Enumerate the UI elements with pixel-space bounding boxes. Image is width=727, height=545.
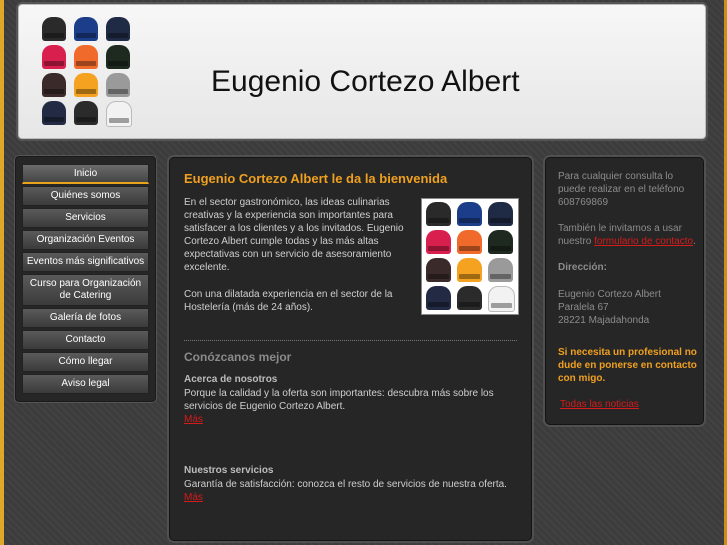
intro-paragraph-1: En el sector gastronómico, las ideas cul… (184, 197, 404, 273)
chef-hat-icon (488, 202, 513, 226)
chef-hat-icon (74, 17, 98, 41)
site-header: Eugenio Cortezo Albert (18, 4, 706, 139)
chef-hat-icon (426, 286, 451, 310)
intro-paragraph-2: Con una dilatada experiencia en el secto… (184, 289, 393, 313)
services-text: Garantía de satisfacción: conozca el res… (184, 479, 507, 490)
welcome-heading: Eugenio Cortezo Albert le da la bienveni… (184, 171, 448, 186)
nav-item-quienes-somos[interactable]: Quiénes somos (22, 186, 149, 206)
know-us-heading: Conózcanos mejor (184, 350, 292, 364)
chef-hat-icon (74, 45, 98, 69)
chef-hat-icon (106, 17, 130, 41)
chef-hat-icon (457, 286, 482, 310)
chef-hat-icon (426, 202, 451, 226)
main-navigation: Inicio Quiénes somos Servicios Organizac… (15, 156, 156, 402)
section-divider (184, 340, 517, 341)
all-news-link[interactable]: Todas las noticias (560, 399, 639, 410)
nav-item-contacto[interactable]: Contacto (22, 330, 149, 350)
chef-hat-icon (74, 73, 98, 97)
nav-item-eventos-significativos[interactable]: Eventos más significativos (22, 252, 149, 272)
chef-hat-icon (457, 258, 482, 282)
chef-hat-icon (106, 45, 130, 69)
sidebar-contact: Para cualquier consulta lo puede realiza… (545, 157, 704, 425)
nav-item-como-llegar[interactable]: Cómo llegar (22, 352, 149, 372)
chef-hats-photo (421, 198, 519, 315)
nav-item-aviso-legal[interactable]: Aviso legal (22, 374, 149, 394)
services-more-link[interactable]: Más (184, 492, 203, 503)
contact-form-suffix: . (693, 236, 696, 247)
chef-hat-icon (42, 45, 66, 69)
address-label: Dirección: (558, 262, 607, 273)
promo-text: Si necesita un profesional no dude en po… (558, 347, 697, 384)
chef-hat-icon (488, 258, 513, 282)
main-content: Eugenio Cortezo Albert le da la bienveni… (169, 157, 532, 541)
chef-hat-icon (42, 101, 66, 125)
services-heading: Nuestros servicios (184, 465, 274, 476)
chef-hat-icon (42, 17, 66, 41)
chef-hat-icon (74, 101, 98, 125)
about-more-link[interactable]: Más (184, 414, 203, 425)
chef-hat-icon (106, 101, 132, 127)
contact-form-link[interactable]: formulario de contacto (594, 236, 693, 247)
chef-hat-icon (426, 230, 451, 254)
address-name: Eugenio Cortezo Albert (558, 289, 661, 300)
about-heading: Acerca de nosotros (184, 374, 278, 385)
nav-item-galeria-fotos[interactable]: Galería de fotos (22, 308, 149, 328)
address-city: 28221 Majadahonda (558, 315, 650, 326)
contact-form-text: También le invitamos a usar nuestro form… (558, 222, 698, 248)
chef-hat-icon (488, 286, 515, 312)
chef-hat-icon (488, 230, 513, 254)
chef-hat-icon (42, 73, 66, 97)
nav-item-servicios[interactable]: Servicios (22, 208, 149, 228)
chef-hat-icon (457, 230, 482, 254)
site-title: Eugenio Cortezo Albert (211, 65, 520, 98)
chef-hat-icon (426, 258, 451, 282)
address-street: Paralela 67 (558, 302, 609, 313)
left-edge-accent (0, 0, 4, 545)
chef-hat-icon (457, 202, 482, 226)
nav-item-curso-catering[interactable]: Curso para Organización de Catering (22, 274, 149, 306)
nav-item-organizacion-eventos[interactable]: Organización Eventos (22, 230, 149, 250)
contact-phone-text: Para cualquier consulta lo puede realiza… (558, 171, 685, 208)
nav-item-inicio[interactable]: Inicio (22, 164, 149, 184)
about-text: Porque la calidad y la oferta son import… (184, 388, 494, 412)
logo-chef-hats[interactable] (42, 17, 134, 127)
chef-hats-grid (426, 202, 516, 312)
chef-hat-icon (106, 73, 130, 97)
